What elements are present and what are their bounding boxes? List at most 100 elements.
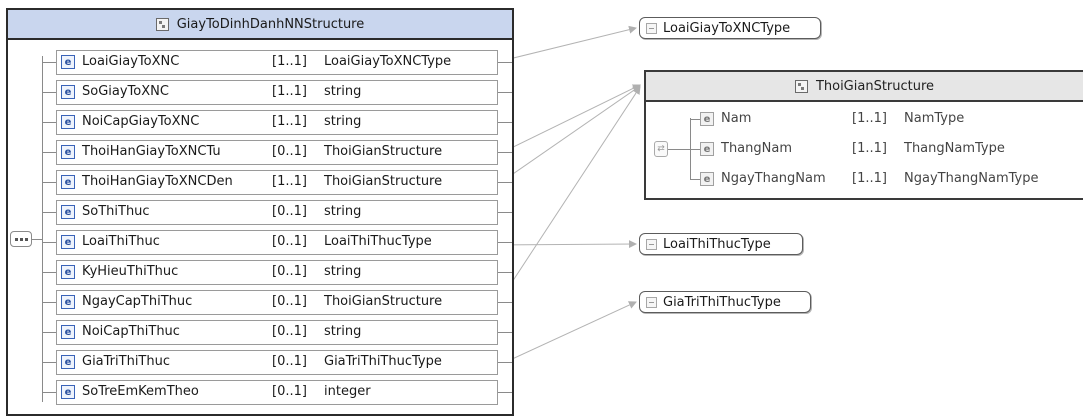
row-stub xyxy=(498,92,512,93)
loaithithuctype-label: LoaiThiThucType xyxy=(663,236,771,252)
element-icon: e xyxy=(61,295,75,309)
element-cardinality: [1..1] xyxy=(272,54,307,69)
element-cardinality: [0..1] xyxy=(272,264,307,279)
element-name: SoThiThuc xyxy=(82,204,150,219)
arrow-loaithithuc xyxy=(496,240,637,249)
main-structure-title: GiayToDinhDanhNNStructure xyxy=(176,16,365,32)
element-cardinality: [0..1] xyxy=(272,294,307,309)
simple-type-icon xyxy=(646,238,657,250)
element-icon: e xyxy=(61,205,75,219)
element-name: LoaiThiThuc xyxy=(82,234,160,249)
element-type: NgayThangNamType xyxy=(904,171,1039,186)
row-connector xyxy=(42,302,56,303)
element-cardinality: [0..1] xyxy=(272,384,307,399)
row-connector xyxy=(42,332,56,333)
thoigian-structure-title-bar[interactable]: ThoiGianStructure xyxy=(646,72,1083,102)
element-cardinality: [1..1] xyxy=(852,111,887,126)
element-name: ThangNam xyxy=(721,141,792,156)
row-stub xyxy=(498,272,512,273)
element-type: string xyxy=(324,324,362,339)
arrow-loaigiayto xyxy=(496,25,637,63)
element-type: integer xyxy=(324,384,371,399)
row-stub xyxy=(498,362,512,363)
row-connector xyxy=(690,149,700,150)
loaigiaytoxnctype-label: LoaiGiayToXNCType xyxy=(663,20,791,36)
element-cardinality: [0..1] xyxy=(272,144,307,159)
row-connector xyxy=(690,119,700,120)
giatrithithuctype-node[interactable]: GiaTriThiThucType xyxy=(639,291,811,313)
element-name: NoiCapGiayToXNC xyxy=(82,114,200,129)
row-stub xyxy=(498,122,512,123)
element-type: string xyxy=(324,264,362,279)
giaytodinhdanh-structure-box[interactable]: GiayToDinhDanhNNStructure e LoaiGiayToXN… xyxy=(6,8,514,416)
structure-icon xyxy=(155,17,169,31)
row-connector xyxy=(42,122,56,123)
element-icon: e xyxy=(700,172,714,186)
element-name: NgayCapThiThuc xyxy=(82,294,193,309)
element-type: ThoiGianStructure xyxy=(324,144,443,159)
row-connector xyxy=(42,362,56,363)
arrow-thoihan-den xyxy=(496,85,641,186)
element-icon: e xyxy=(61,265,75,279)
row-stub xyxy=(498,302,512,303)
element-name: GiaTriThiThuc xyxy=(82,354,170,369)
element-icon: e xyxy=(700,112,714,126)
sequence-icon[interactable] xyxy=(10,231,32,247)
element-cardinality: [1..1] xyxy=(272,114,307,129)
element-icon: e xyxy=(61,385,75,399)
element-type: ThangNamType xyxy=(904,141,1005,156)
main-structure-title-bar[interactable]: GiayToDinhDanhNNStructure xyxy=(8,10,512,40)
element-type: LoaiGiayToXNCType xyxy=(324,54,452,69)
element-name: Nam xyxy=(721,111,752,126)
element-type: NamType xyxy=(904,111,965,126)
element-icon: e xyxy=(61,145,75,159)
element-icon: e xyxy=(61,175,75,189)
loaithithuctype-node[interactable]: LoaiThiThucType xyxy=(639,233,803,255)
simple-type-icon xyxy=(646,296,657,308)
element-name: KyHieuThiThuc xyxy=(82,264,179,279)
element-type: ThoiGianStructure xyxy=(324,174,443,189)
element-cardinality: [0..1] xyxy=(272,324,307,339)
choice-icon[interactable]: ⇄ xyxy=(654,141,668,157)
element-icon: e xyxy=(61,85,75,99)
element-name: NoiCapThiThuc xyxy=(82,324,180,339)
row-connector xyxy=(42,152,56,153)
row-connector xyxy=(690,179,700,180)
element-name: SoTreEmKemTheo xyxy=(82,384,199,399)
element-cardinality: [0..1] xyxy=(272,354,307,369)
structure-icon xyxy=(794,79,808,93)
element-cardinality: [0..1] xyxy=(272,204,307,219)
element-icon: e xyxy=(61,355,75,369)
element-name: ThoiHanGiayToXNCTu xyxy=(82,144,221,159)
arrow-giatrithithuc xyxy=(496,301,637,367)
thoigian-structure-title: ThoiGianStructure xyxy=(815,78,935,94)
element-cardinality: [1..1] xyxy=(852,171,887,186)
element-cardinality: [1..1] xyxy=(272,174,307,189)
element-type: ThoiGianStructure xyxy=(324,294,443,309)
row-connector xyxy=(42,392,56,393)
element-icon: e xyxy=(700,142,714,156)
element-type: string xyxy=(324,114,362,129)
element-type: string xyxy=(324,84,362,99)
element-type: GiaTriThiThucType xyxy=(324,354,442,369)
element-name: NgayThangNam xyxy=(721,171,826,186)
element-cardinality: [0..1] xyxy=(272,234,307,249)
loaigiaytoxnctype-node[interactable]: LoaiGiayToXNCType xyxy=(639,17,821,39)
row-stub xyxy=(498,152,512,153)
row-connector xyxy=(42,62,56,63)
row-stub xyxy=(498,62,512,63)
row-stub xyxy=(498,392,512,393)
element-name: SoGiayToXNC xyxy=(82,84,169,99)
element-name: LoaiGiayToXNC xyxy=(82,54,180,69)
element-icon: e xyxy=(61,235,75,249)
tree-trunk xyxy=(42,56,43,402)
row-stub xyxy=(498,182,512,183)
row-stub xyxy=(498,242,512,243)
element-cardinality: [1..1] xyxy=(852,141,887,156)
row-connector xyxy=(42,242,56,243)
thoigian-structure-box[interactable]: ThoiGianStructure ⇄ e Nam [1..1] NamType… xyxy=(644,70,1083,200)
row-connector xyxy=(42,92,56,93)
element-icon: e xyxy=(61,55,75,69)
element-icon: e xyxy=(61,115,75,129)
row-stub xyxy=(498,212,512,213)
